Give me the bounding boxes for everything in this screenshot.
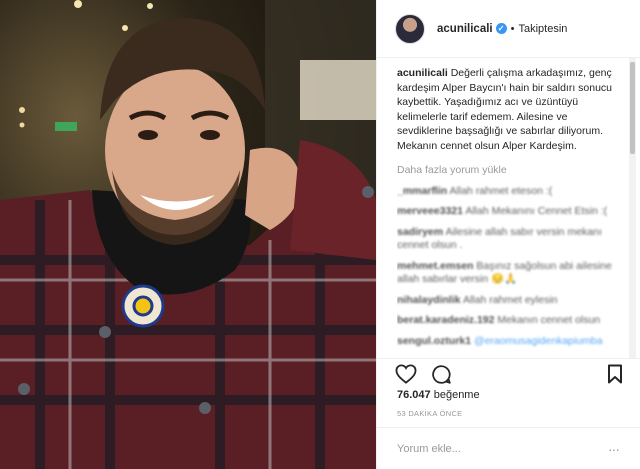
separator-dot: •: [510, 22, 515, 35]
comment-item: merveee3321 Allah Mekanını Cennet Etsin …: [397, 205, 615, 219]
like-count-number: 76.047: [397, 389, 431, 401]
ceiling-light: [122, 25, 128, 31]
portrait-image: [0, 0, 376, 469]
left-eye: [138, 130, 158, 140]
ceiling-light: [74, 0, 82, 8]
add-comment-bar: ···: [377, 427, 640, 469]
comment-icon[interactable]: [431, 364, 452, 385]
comment-item: _mmarflin Allah rahmet eteson :(: [397, 185, 615, 199]
following-button[interactable]: Takiptesin: [518, 23, 567, 35]
comment-username[interactable]: sengul.ozturk1: [397, 335, 471, 347]
ceiling-light: [147, 3, 153, 9]
divider: [377, 358, 640, 359]
shirt-button: [18, 383, 30, 395]
load-more-comments-button[interactable]: Daha fazla yorum yükle: [397, 163, 615, 178]
comment-list[interactable]: acunilicali Değerli çalışma arkadaşımız,…: [397, 66, 615, 358]
comment-text: Mekanın cennet olsun: [497, 314, 601, 326]
comment-username[interactable]: nihalaydinlik: [397, 294, 461, 306]
comment-item: nihalaydinlik Allah rahmet eylesin: [397, 294, 615, 308]
like-count-label: beğenme: [433, 389, 480, 401]
comments-scrollbar[interactable]: [629, 58, 636, 358]
comment-username[interactable]: sadiryem: [397, 226, 443, 238]
heart-icon[interactable]: [395, 364, 417, 384]
caption-username[interactable]: acunilicali: [397, 67, 448, 79]
comment-text: @eraomusagidenkapiumba: [474, 334, 603, 347]
post-actions: [395, 362, 623, 386]
comment-username[interactable]: merveee3321: [397, 205, 463, 217]
like-count[interactable]: 76.047 beğenme: [397, 389, 480, 401]
comment-item: sengul.ozturk1 @eraomusagidenkapiumba: [397, 335, 615, 349]
comment-text: Allah rahmet eteson :(: [449, 184, 553, 197]
caption-text: Değerli çalışma arkadaşımız, genç kardeş…: [397, 67, 613, 152]
verified-badge-icon: ✓: [495, 23, 507, 34]
post-side-panel: acunilicali ✓ • Takiptesin acunilicali D…: [376, 0, 640, 469]
comment-text: Allah rahmet eylesin: [462, 293, 558, 306]
window-light: [300, 60, 376, 120]
comment-input[interactable]: [395, 438, 599, 460]
post-timestamp[interactable]: 53 DAKİKA ÖNCE: [397, 409, 462, 418]
right-eye: [200, 130, 220, 140]
comment-item: mehmet.emsen Başınız sağolsun abi ailesi…: [397, 260, 615, 287]
bookmark-icon[interactable]: [607, 364, 623, 384]
comment-item: sadiryem Ailesine allah sabır versin mek…: [397, 226, 615, 253]
comment-username[interactable]: berat.karadeniz.192: [397, 314, 494, 326]
comment-username[interactable]: mehmet.emsen: [397, 260, 473, 272]
more-options-button[interactable]: ···: [608, 441, 620, 457]
scrollbar-thumb[interactable]: [630, 62, 635, 154]
avatar[interactable]: [395, 13, 425, 44]
post-photo[interactable]: [0, 0, 376, 469]
caption: acunilicali Değerli çalışma arkadaşımız,…: [397, 66, 615, 153]
shirt-button: [99, 326, 111, 338]
author-username[interactable]: acunilicali: [437, 23, 493, 35]
comment-username[interactable]: _mmarflin: [397, 185, 447, 197]
exit-sign: [55, 122, 77, 131]
ceiling-light: [19, 122, 25, 128]
comment-text: Allah Mekanını Cennet Etsin :(: [465, 205, 608, 217]
shirt-button: [362, 186, 374, 198]
comment-item: berat.karadeniz.192 Mekanın cennet olsun: [397, 314, 615, 328]
ceiling-light: [19, 107, 25, 113]
shirt-button: [199, 402, 211, 414]
post-header: acunilicali ✓ • Takiptesin: [377, 0, 640, 58]
